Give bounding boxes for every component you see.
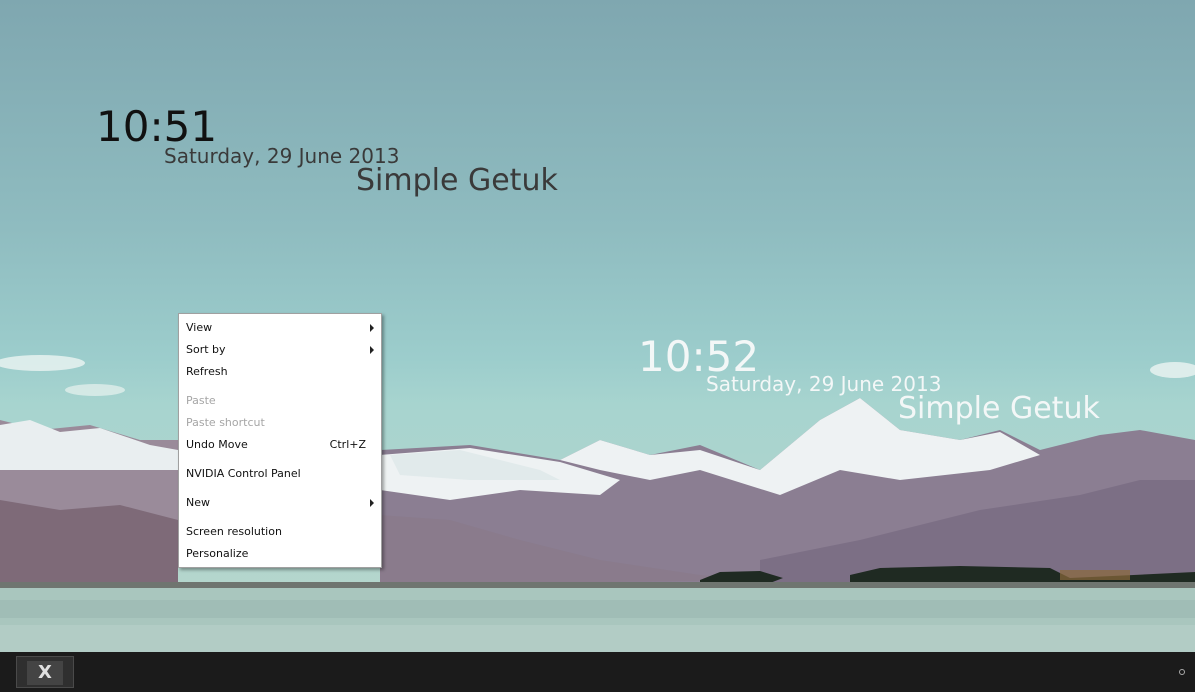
clock-time: 10:51 [96, 102, 218, 151]
menu-item-label: Screen resolution [186, 525, 282, 538]
menu-item-label: New [186, 496, 210, 509]
submenu-arrow-icon [370, 499, 374, 507]
start-button[interactable]: X [16, 656, 74, 688]
menu-item-paste[interactable]: Paste [179, 391, 381, 411]
menu-item-nvidia-control-panel[interactable]: NVIDIA Control Panel [179, 464, 381, 484]
menu-item-sort-by[interactable]: Sort by [179, 340, 381, 360]
clock-widget-dark: 10:51 Saturday, 29 June 2013 Simple Getu… [96, 106, 576, 206]
menu-item-label: Refresh [186, 365, 228, 378]
menu-item-label: Paste [186, 394, 216, 407]
submenu-arrow-icon [370, 346, 374, 354]
menu-item-new[interactable]: New [179, 493, 381, 513]
desktop-background[interactable]: 10:51 Saturday, 29 June 2013 Simple Getu… [0, 0, 1195, 652]
start-button-label: X [27, 661, 63, 685]
menu-item-paste-shortcut[interactable]: Paste shortcut [179, 413, 381, 433]
submenu-arrow-icon [370, 324, 374, 332]
menu-item-label: NVIDIA Control Panel [186, 467, 301, 480]
menu-item-shortcut: Ctrl+Z [329, 438, 366, 451]
tray-indicator-icon[interactable] [1179, 669, 1185, 675]
clock-name: Simple Getuk [356, 163, 558, 198]
clock-name: Simple Getuk [898, 391, 1100, 426]
menu-item-undo-move[interactable]: Undo Move Ctrl+Z [179, 435, 381, 455]
menu-item-screen-resolution[interactable]: Screen resolution [179, 522, 381, 542]
taskbar: X [0, 652, 1195, 692]
menu-item-view[interactable]: View [179, 318, 381, 338]
menu-item-refresh[interactable]: Refresh [179, 362, 381, 382]
menu-item-label: Sort by [186, 343, 226, 356]
desktop-context-menu: View Sort by Refresh Paste Paste shortcu… [178, 313, 382, 568]
menu-item-label: Paste shortcut [186, 416, 265, 429]
menu-item-label: Personalize [186, 547, 249, 560]
menu-item-personalize[interactable]: Personalize [179, 544, 381, 564]
clock-widget-light: 10:52 Saturday, 29 June 2013 Simple Getu… [638, 336, 1118, 436]
menu-item-label: View [186, 321, 213, 334]
menu-item-label: Undo Move [186, 438, 248, 451]
